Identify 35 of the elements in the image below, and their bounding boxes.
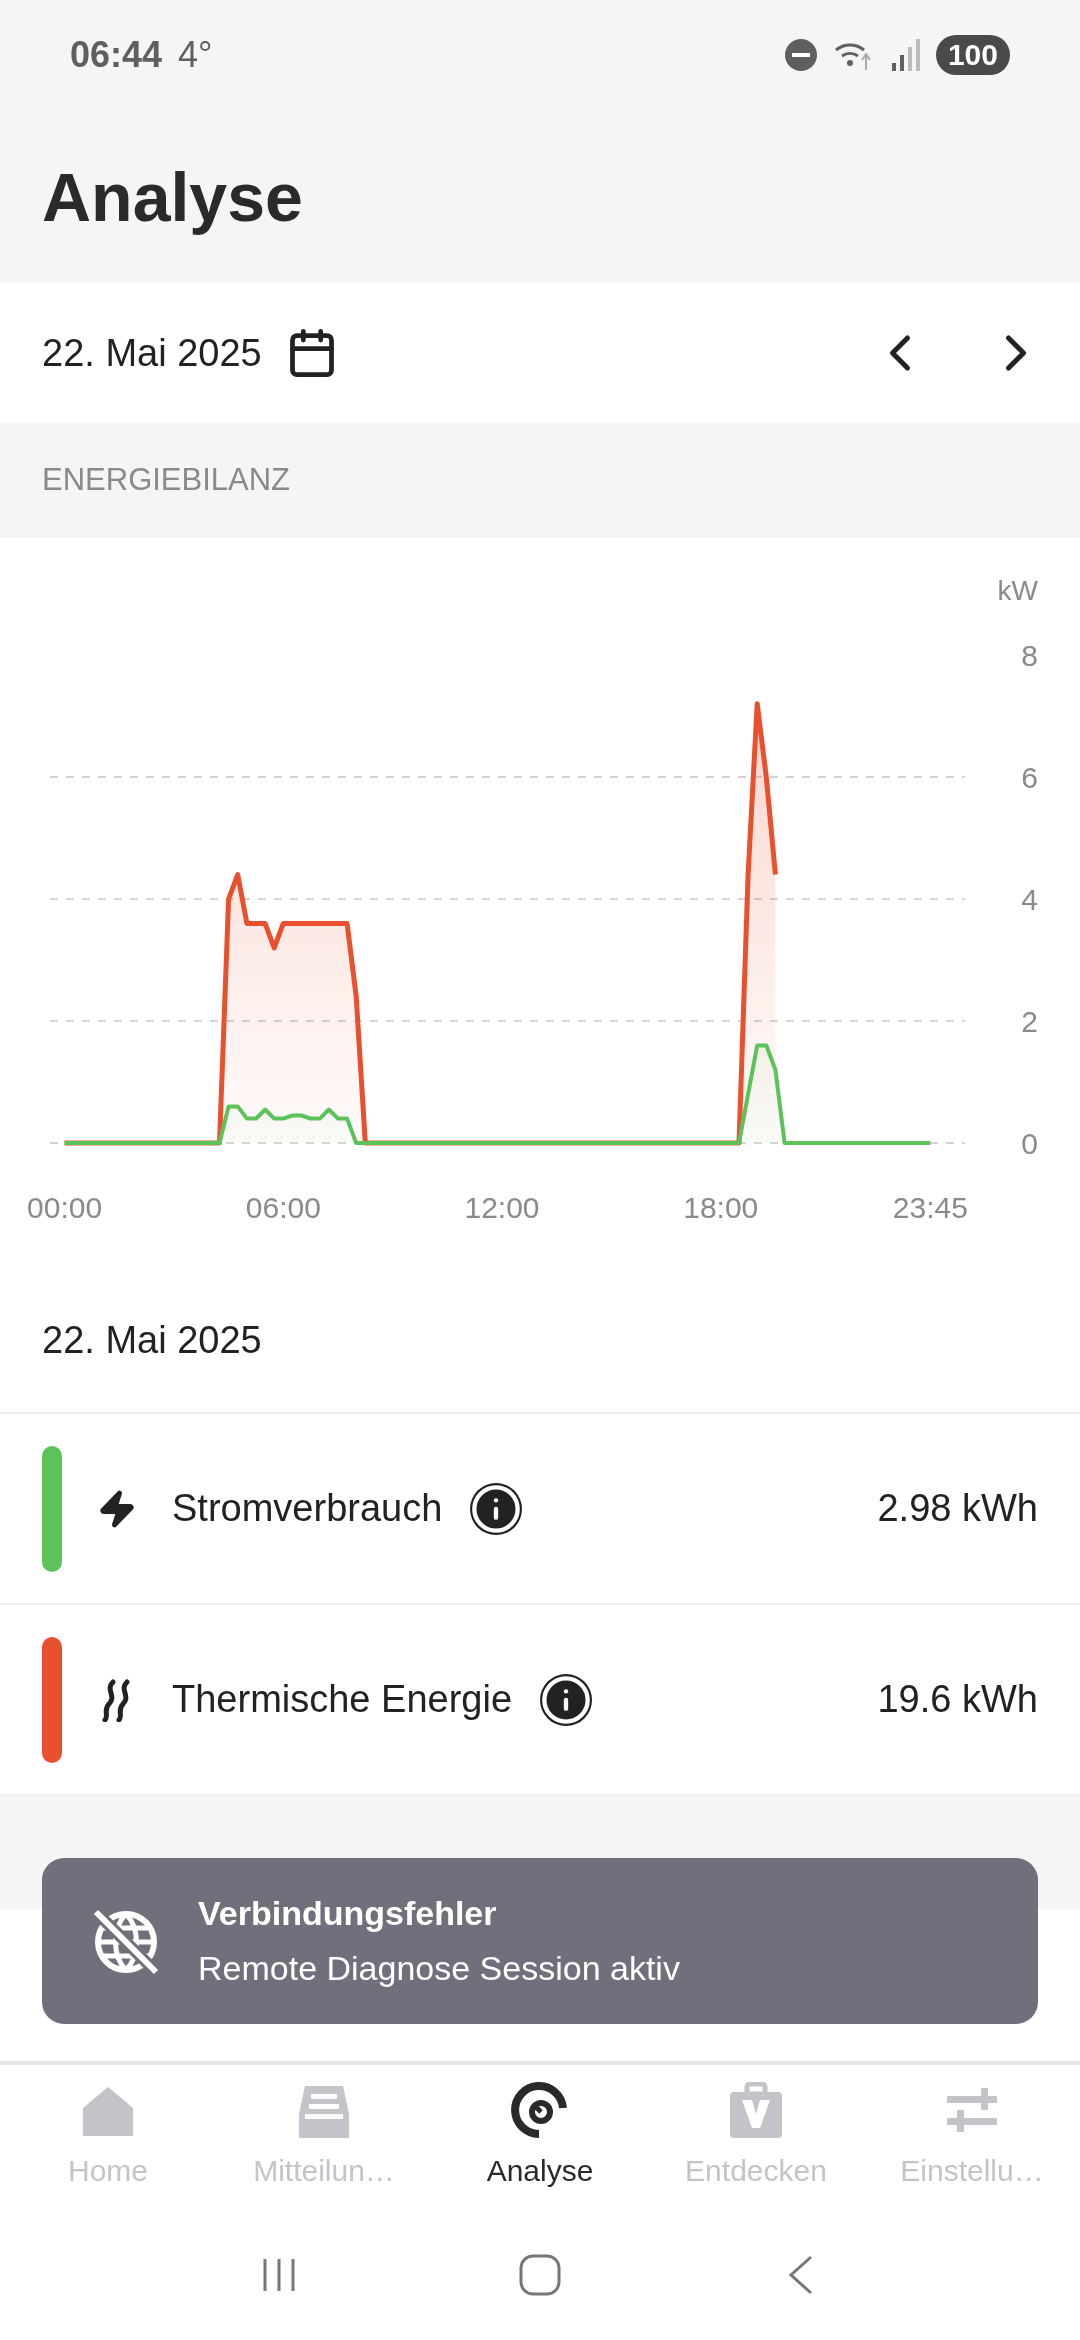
axis-label: 8	[1021, 639, 1038, 672]
home-button-icon[interactable]	[518, 2253, 562, 2297]
energy-label: Thermische Energie	[172, 1677, 513, 1722]
nav-tab[interactable]: Mitteilun…	[216, 2065, 432, 2210]
summary-date: 22. Mai 2025	[42, 1317, 262, 1363]
nav-tab[interactable]: Einstellu…	[864, 2065, 1080, 2210]
axis-label: 0	[1021, 1127, 1038, 1160]
battery-indicator: 100	[935, 35, 1010, 75]
signal-icon	[889, 39, 920, 71]
energy-value: 19.6 kWh	[877, 1677, 1038, 1722]
clock: 06:44	[70, 33, 163, 77]
briefcase-icon	[727, 2082, 785, 2140]
energy-label: Stromverbrauch	[172, 1486, 443, 1531]
lightning-icon	[97, 1488, 137, 1529]
axis-label: 23:45	[892, 1191, 968, 1224]
do-not-disturb-icon	[783, 38, 818, 72]
axis-unit: kW	[997, 575, 1038, 606]
axis-label: 06:00	[245, 1191, 321, 1224]
axis-label: 6	[1021, 761, 1038, 794]
temperature: 4°	[178, 33, 213, 77]
axis-label: 4	[1021, 883, 1038, 916]
nav-tab[interactable]: Entdecken	[648, 2065, 864, 2210]
axis-label: 12:00	[464, 1191, 540, 1224]
axis-label: 00:00	[27, 1191, 103, 1224]
section-heading: ENERGIEBILANZ	[42, 461, 291, 500]
page-title: Analyse	[42, 157, 303, 237]
nav-tab[interactable]: Analyse	[432, 2065, 648, 2210]
toast-message: Remote Diagnose Session aktiv	[198, 1948, 680, 1989]
axis-label: 18:00	[683, 1191, 759, 1224]
dial-icon	[511, 2082, 569, 2140]
date-label: 22. Mai 2025	[42, 330, 262, 376]
nav-tab[interactable]: Home	[0, 2065, 216, 2210]
axis-label: 2	[1021, 1005, 1038, 1038]
energy-value: 2.98 kWh	[877, 1486, 1038, 1531]
toast-title: Verbindungsfehler	[198, 1893, 498, 1934]
